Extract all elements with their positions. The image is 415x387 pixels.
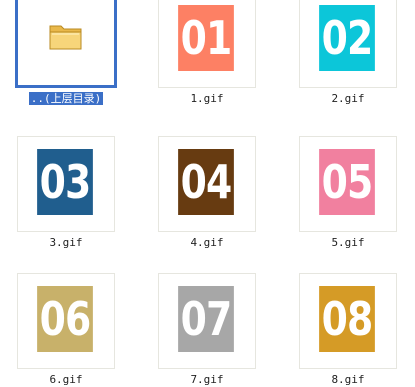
tile-05: 05 [319, 149, 375, 215]
thumbnail-frame[interactable]: 03 [17, 136, 115, 232]
thumbnail-frame[interactable]: 06 [17, 273, 115, 369]
file-item[interactable]: 02 2.gif [298, 0, 398, 106]
tile-02: 02 [319, 5, 375, 71]
file-name[interactable]: 7.gif [157, 373, 257, 387]
tile-03: 03 [37, 149, 93, 215]
file-item[interactable]: 01 1.gif [157, 0, 257, 106]
folder-icon [49, 25, 82, 50]
file-name[interactable]: 5.gif [298, 236, 398, 250]
file-name[interactable]: 3.gif [16, 236, 116, 250]
thumbnail-frame[interactable]: 08 [299, 273, 397, 369]
file-name[interactable]: 6.gif [16, 373, 116, 387]
file-item[interactable]: 07 7.gif [157, 273, 257, 387]
file-item[interactable]: 06 6.gif [16, 273, 116, 387]
tile-07: 07 [178, 286, 234, 352]
tile-08: 08 [319, 286, 375, 352]
tile-01: 01 [178, 5, 234, 71]
tile-06: 06 [37, 286, 93, 352]
thumbnail-frame[interactable]: 01 [158, 0, 256, 88]
thumbnail-frame[interactable]: 07 [158, 273, 256, 369]
file-item[interactable]: 05 5.gif [298, 136, 398, 250]
thumbnail-frame[interactable] [15, 0, 117, 88]
thumbnail-frame[interactable]: 02 [299, 0, 397, 88]
file-item[interactable]: 04 4.gif [157, 136, 257, 250]
thumbnail-frame[interactable]: 04 [158, 136, 256, 232]
file-name[interactable]: 2.gif [298, 92, 398, 106]
file-item[interactable]: 08 8.gif [298, 273, 398, 387]
file-name[interactable]: 4.gif [157, 236, 257, 250]
file-name[interactable]: 8.gif [298, 373, 398, 387]
tile-04: 04 [178, 149, 234, 215]
file-name[interactable]: 1.gif [157, 92, 257, 106]
file-name[interactable]: ..(上层目录) [16, 92, 116, 106]
thumbnail-frame[interactable]: 05 [299, 136, 397, 232]
file-item-parent-folder[interactable]: ..(上层目录) [15, 0, 117, 106]
file-item[interactable]: 03 3.gif [16, 136, 116, 250]
